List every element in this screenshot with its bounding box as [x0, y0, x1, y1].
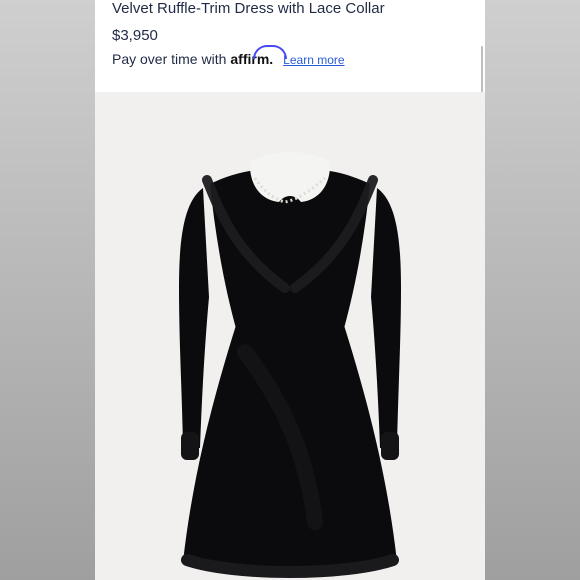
product-price: $3,950	[112, 27, 158, 44]
product-screen: Velvet Ruffle-Trim Dress with Lace Colla…	[95, 0, 485, 580]
dress-right-cuff	[381, 432, 399, 460]
financing-prefix: Pay over time with	[112, 51, 227, 67]
dress-lace-collar	[249, 152, 331, 202]
dress-left-sleeve	[179, 188, 209, 448]
product-image	[95, 92, 485, 580]
blurred-background-right	[485, 0, 580, 580]
dress-right-sleeve	[371, 188, 401, 448]
affirm-logo: affirm.	[230, 45, 288, 67]
financing-row: Pay over time with affirm. Learn more	[112, 45, 345, 67]
blurred-background-left	[0, 0, 95, 580]
product-title: Velvet Ruffle-Trim Dress with Lace Colla…	[112, 0, 385, 17]
dress-image	[179, 152, 401, 578]
dress-left-cuff	[181, 432, 199, 460]
affirm-arc-icon	[253, 45, 288, 59]
learn-more-link[interactable]: Learn more	[283, 53, 344, 67]
product-header: Velvet Ruffle-Trim Dress with Lace Colla…	[95, 0, 485, 92]
